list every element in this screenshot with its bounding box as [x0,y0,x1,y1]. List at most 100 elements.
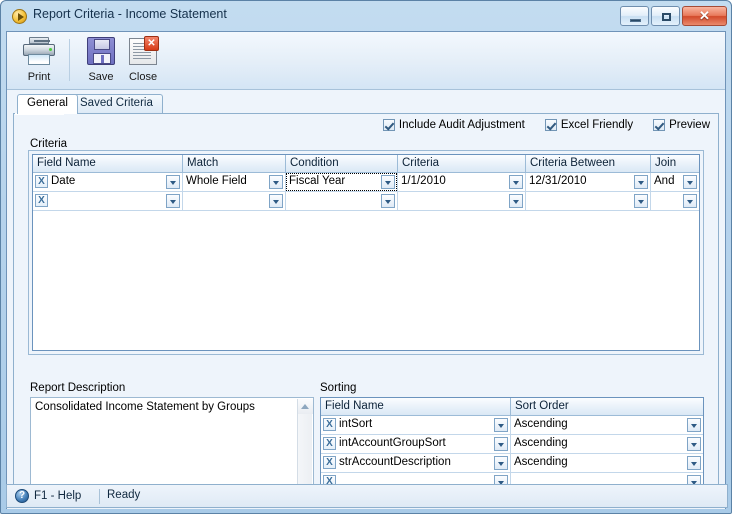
chevron-down-icon[interactable] [494,437,508,451]
criteria-col-condition: Condition [286,155,398,172]
chevron-down-icon[interactable] [687,456,701,470]
sorting-cell-field-name-value: intSort [339,418,373,430]
checkbox-preview[interactable]: Preview [653,119,710,131]
delete-row-button[interactable]: X [323,437,336,450]
sorting-grid-header: Field Name Sort Order [321,398,703,416]
application-window: Report Criteria - Income Statement ✕ Pri… [0,0,732,514]
scroll-up-arrow-icon[interactable] [298,399,313,414]
status-bar-separator [99,489,100,504]
checkbox-excel-friendly[interactable]: Excel Friendly [544,119,634,131]
report-description-label: Report Description [30,382,126,394]
maximize-icon [662,13,671,21]
criteria-cell-field-name-value: Date [51,175,76,187]
sorting-cell-field-name[interactable]: X intSort [321,416,511,434]
tab-saved-criteria[interactable]: Saved Criteria [70,94,163,114]
chevron-down-icon[interactable] [166,175,180,189]
checkbox-include-audit-adjustment[interactable]: Include Audit Adjustment [382,119,525,131]
criteria-cell-field-name[interactable]: X [33,192,183,210]
criteria-grid-header: Field Name Match Condition Criteria Crit… [33,155,699,173]
status-bar: ? F1 - Help Ready [6,484,728,508]
criteria-cell-criteria-between-value: 12/31/2010 [529,175,587,187]
tab-strip: General Saved Criteria [13,94,719,114]
chevron-down-icon[interactable] [494,456,508,470]
sorting-grid-row[interactable]: X intAccountGroupSort Ascending [321,435,703,454]
sorting-grid-row[interactable]: X strAccountDescription Ascending [321,454,703,473]
sorting-cell-sort-order[interactable]: Ascending [511,435,703,453]
chevron-down-icon[interactable] [494,418,508,432]
print-button[interactable]: Print [13,35,65,83]
toolbar: Print Save ✕ Close [7,32,725,90]
app-icon [12,9,27,24]
criteria-cell-field-name[interactable]: X Date [33,173,183,191]
sorting-cell-field-name-value: intAccountGroupSort [339,437,446,449]
criteria-cell-criteria[interactable]: 1/1/2010 [398,173,526,191]
chevron-down-icon[interactable] [683,175,697,189]
page-with-red-x-icon: ✕ [117,35,169,69]
criteria-cell-condition[interactable]: Fiscal Year [286,173,398,191]
maximize-button[interactable] [651,6,680,26]
criteria-cell-match-value: Whole Field [186,175,247,187]
sorting-cell-field-name[interactable]: X strAccountDescription [321,454,511,472]
delete-row-button[interactable]: X [35,194,48,207]
print-button-label: Print [27,71,51,83]
criteria-cell-join-value: And [654,175,675,187]
chevron-down-icon[interactable] [509,194,523,208]
window-client-area: Print Save ✕ Close General Saved Criteri… [6,31,726,509]
close-window-button[interactable]: ✕ [682,6,727,26]
chevron-down-icon[interactable] [634,175,648,189]
chevron-down-icon[interactable] [683,194,697,208]
criteria-cell-condition[interactable] [286,192,398,210]
criteria-cell-criteria-between[interactable] [526,192,651,210]
help-button-label: F1 - Help [34,490,82,502]
delete-row-button[interactable]: X [323,456,336,469]
minimize-button[interactable] [620,6,649,26]
criteria-cell-criteria[interactable] [398,192,526,210]
criteria-grid[interactable]: Field Name Match Condition Criteria Crit… [32,154,700,351]
close-button[interactable]: ✕ Close [117,35,169,83]
sorting-cell-sort-order-value: Ascending [514,456,568,468]
report-description-value: Consolidated Income Statement by Groups [35,401,255,413]
checkbox-check-icon [382,119,395,131]
report-options: Include Audit Adjustment Excel Friendly … [382,119,710,131]
sorting-cell-field-name-value: strAccountDescription [339,456,451,468]
criteria-cell-match[interactable]: Whole Field [183,173,286,191]
chevron-down-icon[interactable] [269,175,283,189]
toolbar-separator [69,39,70,81]
status-text: Ready [107,489,141,501]
checkbox-excel-friendly-label: Excel Friendly [560,119,634,131]
criteria-group-label: Criteria [30,138,68,150]
chevron-down-icon[interactable] [687,437,701,451]
minimize-icon [630,19,641,22]
criteria-cell-criteria-between[interactable]: 12/31/2010 [526,173,651,191]
criteria-cell-match[interactable] [183,192,286,210]
criteria-col-criteria-between: Criteria Between [526,155,651,172]
sorting-cell-field-name[interactable]: X intAccountGroupSort [321,435,511,453]
delete-row-button[interactable]: X [323,418,336,431]
tab-general[interactable]: General [17,94,78,114]
chevron-down-icon[interactable] [166,194,180,208]
help-button[interactable]: ? F1 - Help [15,489,81,503]
chevron-down-icon[interactable] [269,194,283,208]
chevron-down-icon[interactable] [687,418,701,432]
criteria-cell-join[interactable]: And [651,173,699,191]
delete-row-button[interactable]: X [35,175,48,188]
sorting-col-sort-order: Sort Order [515,400,569,412]
criteria-grid-row[interactable]: X [33,192,699,211]
criteria-grid-row[interactable]: X Date Whole Field Fiscal Year 1/1/2010 … [33,173,699,192]
checkbox-preview-label: Preview [669,119,710,131]
sorting-col-field-name: Field Name [321,398,511,415]
criteria-col-field-name: Field Name [33,155,183,172]
criteria-col-match: Match [183,155,286,172]
criteria-cell-join[interactable] [651,192,699,210]
chevron-down-icon[interactable] [509,175,523,189]
checkbox-check-icon [653,119,666,131]
chevron-down-icon[interactable] [381,194,395,208]
criteria-col-criteria: Criteria [398,155,526,172]
sorting-cell-sort-order[interactable]: Ascending [511,454,703,472]
sorting-cell-sort-order[interactable]: Ascending [511,416,703,434]
chevron-down-icon[interactable] [381,175,395,189]
chevron-down-icon[interactable] [634,194,648,208]
tab-page-general: Include Audit Adjustment Excel Friendly … [13,113,719,502]
sorting-grid-row[interactable]: X intSort Ascending [321,416,703,435]
sorting-cell-sort-order-value: Ascending [514,418,568,430]
